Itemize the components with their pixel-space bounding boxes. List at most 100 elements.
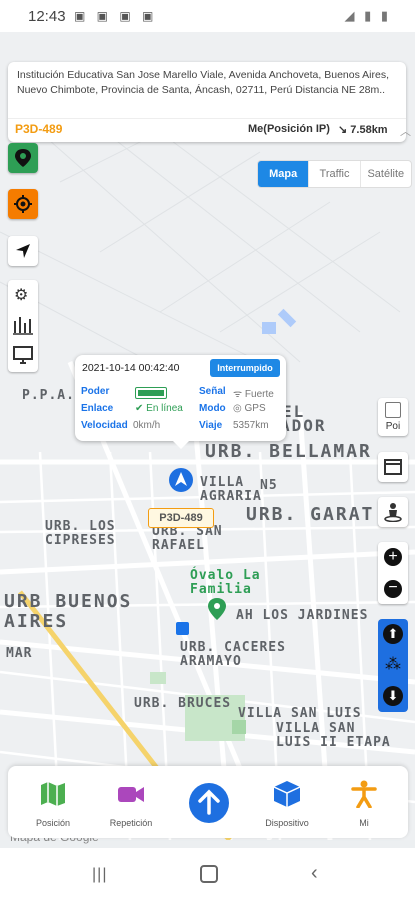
popup-datetime: 2021-10-14 00:42:40 bbox=[82, 362, 180, 374]
nav-posicion[interactable]: Posición bbox=[13, 766, 93, 838]
map-label-ador: ADOR bbox=[280, 416, 327, 435]
vehicle-arrow-icon[interactable] bbox=[168, 467, 194, 493]
device-plate: P3D-489 bbox=[15, 122, 63, 136]
map-label-n5: N5 bbox=[260, 478, 278, 493]
status-bar: 12:43 ▣ ▣ ▣ ▣ ◢ ▮ ▮ bbox=[0, 0, 415, 32]
home-icon[interactable] bbox=[200, 865, 218, 883]
track-controls: ⬆ ⁂ ⬇ bbox=[378, 619, 408, 712]
side-toolbar: ⚙ bbox=[8, 280, 38, 372]
status-badge: Interrumpido bbox=[210, 359, 280, 377]
scroll-down-icon[interactable]: ⬇ bbox=[383, 686, 403, 706]
map-label-mar: MAR bbox=[6, 646, 33, 661]
address-text: Institución Educativa San Jose Marello V… bbox=[17, 69, 390, 96]
map-label-villa-san-luis: VILLA SAN LUIS bbox=[238, 706, 362, 721]
locate-device-button[interactable] bbox=[8, 189, 38, 219]
location-pin-icon bbox=[15, 149, 31, 167]
gps-icon: ◎ bbox=[233, 403, 245, 414]
report-chart-icon[interactable] bbox=[12, 313, 34, 335]
device-info-popup[interactable]: 2021-10-14 00:42:40 Interrumpido Poder E… bbox=[75, 355, 286, 449]
video-icon bbox=[118, 787, 144, 802]
map-label-villa-san-luis-ii: VILLA SAN LUIS II ETAPA bbox=[276, 721, 391, 750]
cluster-icon[interactable]: ⁂ bbox=[383, 655, 403, 675]
nav-dispositivo[interactable]: Dispositivo bbox=[247, 766, 327, 838]
poi-checkbox-icon bbox=[385, 402, 401, 418]
address-card[interactable]: Institución Educativa San Jose Marello V… bbox=[8, 62, 411, 142]
street-view-button[interactable] bbox=[378, 497, 408, 527]
status-time: 12:43 bbox=[28, 8, 66, 25]
map-label-villa-agraria: VILLA AGRARIA bbox=[200, 475, 262, 504]
direction-icon: ↘ bbox=[338, 124, 351, 136]
me-position-label: Me(Posición IP) bbox=[248, 123, 330, 135]
nav-repeticion-label: Repetición bbox=[109, 818, 153, 828]
pegman-icon bbox=[384, 503, 402, 522]
map-label-san-rafael: URB. SAN RAFAEL bbox=[152, 524, 223, 553]
monitor-icon[interactable] bbox=[13, 346, 33, 364]
viaje-label: Viaje bbox=[199, 420, 223, 431]
map-label-los-cipreses: URB. LOS CIPRESES bbox=[45, 519, 116, 548]
nav-dispositivo-label: Dispositivo bbox=[265, 818, 309, 828]
park-pin-icon bbox=[208, 598, 226, 620]
nav-posicion-label: Posición bbox=[35, 818, 71, 828]
map-label-bruces: URB. BRUCES bbox=[134, 696, 232, 711]
map-icon bbox=[41, 782, 65, 806]
viaje-value: 5357km bbox=[233, 420, 269, 431]
modo-value-text: GPS bbox=[244, 403, 266, 414]
senal-value-text: Fuerte bbox=[244, 389, 274, 400]
distance-text: 7.58km bbox=[350, 124, 388, 136]
nav-mi-label: Mi bbox=[359, 818, 369, 828]
geofence-button[interactable] bbox=[8, 143, 38, 173]
bus-stop-icon bbox=[176, 622, 189, 635]
tab-traffic[interactable]: Traffic bbox=[308, 161, 359, 187]
wifi-signal-icon: ᯤ bbox=[233, 389, 245, 400]
distance-value: ↘ 7.58km bbox=[338, 123, 388, 136]
enlace-label: Enlace bbox=[81, 403, 114, 414]
person-icon bbox=[351, 780, 377, 808]
collapse-icon[interactable]: ︿ bbox=[400, 123, 411, 139]
velocidad-label: Velocidad bbox=[81, 420, 128, 431]
zoom-in-icon[interactable]: + bbox=[384, 548, 402, 566]
settings-gear-icon[interactable]: ⚙ bbox=[14, 285, 28, 305]
scroll-up-icon[interactable]: ⬆ bbox=[383, 624, 403, 644]
modo-label: Modo bbox=[199, 403, 226, 414]
map-label-jardines: AH LOS JARDINES bbox=[236, 608, 369, 623]
bottom-navigation: Posición Repetición Dispositivo Mi bbox=[8, 766, 408, 838]
modo-value: ◎ GPS bbox=[233, 403, 266, 414]
recent-apps-icon[interactable]: ||| bbox=[92, 866, 107, 884]
tab-map[interactable]: Mapa bbox=[258, 161, 309, 187]
arrow-up-icon bbox=[189, 783, 229, 823]
map-label-buenos-aires: URB BUENOS AIRES bbox=[4, 591, 133, 632]
window-icon bbox=[384, 459, 402, 475]
enlace-value: ✔ En línea bbox=[135, 403, 183, 414]
map-label-caceres: URB. CACERES ARAMAYO bbox=[180, 640, 286, 669]
map-label-bellamar: URB. BELLAMAR bbox=[205, 441, 372, 462]
crosshair-icon bbox=[14, 195, 32, 213]
map-type-toggle: Mapa Traffic Satélite bbox=[257, 160, 412, 188]
back-icon[interactable]: ‹ bbox=[311, 862, 318, 885]
map-label-ovalo: Óvalo La Familia bbox=[190, 568, 261, 597]
senal-label: Señal bbox=[199, 386, 226, 397]
navigate-button[interactable] bbox=[8, 236, 38, 266]
notification-icons: ▣ ▣ ▣ ▣ bbox=[74, 9, 158, 23]
nav-center[interactable] bbox=[169, 766, 249, 838]
velocidad-value: 0km/h bbox=[133, 420, 161, 431]
nav-repeticion[interactable]: Repetición bbox=[91, 766, 171, 838]
senal-value: ᯤ Fuerte bbox=[233, 386, 274, 400]
android-nav-bar: ||| ‹ bbox=[0, 848, 415, 900]
zoom-out-icon[interactable]: − bbox=[384, 580, 402, 598]
map-label-garat: URB. GARAT bbox=[246, 504, 375, 525]
enlace-value-text: En línea bbox=[146, 403, 183, 414]
vehicle-plate-marker[interactable]: P3D-489 bbox=[148, 508, 214, 528]
nav-mi[interactable]: Mi bbox=[324, 766, 404, 838]
poi-button[interactable]: Poi bbox=[378, 398, 408, 436]
battery-icon bbox=[135, 387, 167, 399]
cube-icon bbox=[273, 781, 301, 807]
check-icon: ✔ bbox=[135, 403, 147, 414]
poder-label: Poder bbox=[81, 386, 110, 397]
address-divider bbox=[8, 118, 406, 119]
signal-icons: ◢ ▮ ▮ bbox=[344, 8, 391, 23]
layers-button[interactable] bbox=[378, 452, 408, 482]
poi-label: Poi bbox=[385, 421, 401, 432]
navigation-arrow-icon bbox=[16, 244, 30, 258]
tab-satellite[interactable]: Satélite bbox=[359, 161, 411, 187]
zoom-controls: + − bbox=[378, 542, 408, 604]
